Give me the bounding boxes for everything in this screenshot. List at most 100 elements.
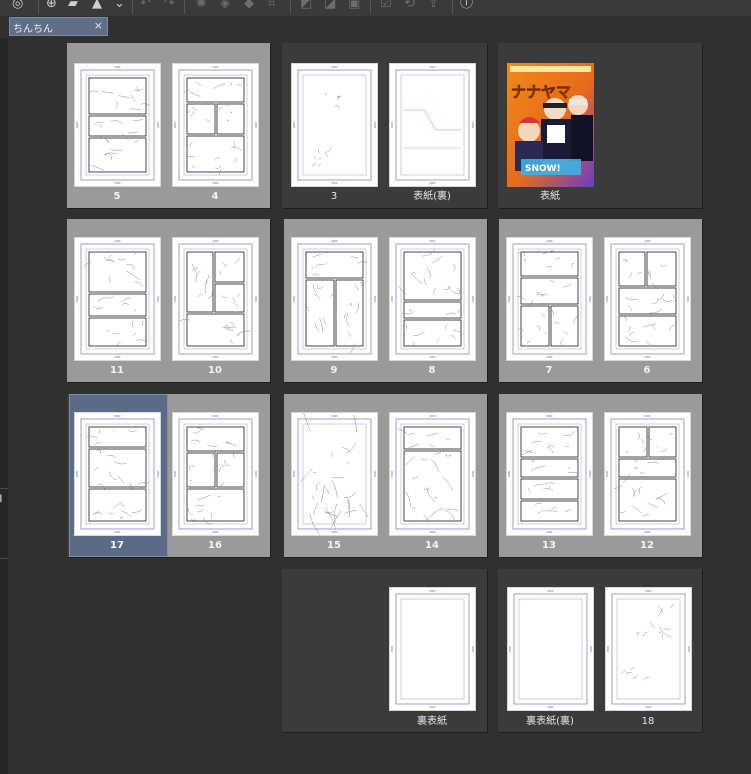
page-thumbnail[interactable] bbox=[604, 237, 691, 361]
spread[interactable]: 11 10 bbox=[67, 219, 270, 382]
cover-thumbnail[interactable]: ナナヤマ SNOW! bbox=[507, 63, 594, 187]
new-file-icon[interactable]: ⊕ bbox=[46, 0, 57, 12]
page-slot[interactable]: 4 bbox=[168, 43, 270, 208]
toolbar-separator bbox=[184, 0, 185, 14]
ruler-icon[interactable]: ◆ bbox=[244, 0, 254, 12]
spread[interactable]: 9 8 bbox=[284, 219, 487, 382]
page-slot[interactable]: 12 bbox=[600, 394, 702, 557]
comic-panel bbox=[88, 137, 147, 173]
sketch-stroke bbox=[423, 514, 428, 521]
document-tab[interactable]: ちんちん × bbox=[9, 17, 108, 36]
page-slot[interactable]: 14 bbox=[385, 394, 487, 557]
page-artwork bbox=[293, 240, 376, 358]
spread[interactable]: 裏表紙 bbox=[282, 569, 487, 732]
spread[interactable]: 5 4 bbox=[67, 43, 270, 208]
sketch-stroke bbox=[94, 442, 101, 446]
spread[interactable]: 7 6 bbox=[499, 219, 702, 382]
export-icon[interactable]: ⇪ bbox=[428, 0, 439, 12]
page-slot[interactable]: 9 bbox=[284, 219, 385, 382]
page-thumbnail[interactable] bbox=[389, 412, 476, 536]
spread[interactable]: 15 14 bbox=[284, 394, 487, 557]
crop-icon[interactable]: ⌗ bbox=[268, 0, 275, 12]
sketch-stroke bbox=[324, 510, 334, 513]
sketch-stroke bbox=[409, 309, 412, 312]
page-thumbnail[interactable] bbox=[74, 237, 161, 361]
comic-panel bbox=[186, 313, 245, 347]
page-slot[interactable]: 15 bbox=[284, 394, 385, 557]
page-slot[interactable]: 13 bbox=[499, 394, 600, 557]
redo-icon[interactable]: ↷ bbox=[164, 0, 175, 12]
spread[interactable]: 13 12 bbox=[499, 394, 702, 557]
page-slot[interactable]: 11 bbox=[67, 219, 168, 382]
undo-icon[interactable]: ↶ bbox=[140, 0, 151, 12]
page-slot[interactable]: 6 bbox=[600, 219, 702, 382]
sketch-stroke bbox=[405, 456, 415, 466]
sketch-stroke bbox=[112, 333, 120, 336]
page-thumbnail[interactable] bbox=[604, 412, 691, 536]
sketch-stroke bbox=[346, 462, 349, 465]
sketch-stroke bbox=[412, 506, 416, 510]
comic-panel bbox=[520, 458, 579, 478]
page-thumbnail[interactable] bbox=[172, 63, 259, 187]
page-artwork bbox=[76, 66, 159, 184]
chevron-down-icon[interactable]: ⌄ bbox=[114, 0, 125, 12]
page-thumbnail[interactable] bbox=[291, 412, 378, 536]
page-thumbnail[interactable] bbox=[172, 237, 259, 361]
sketch-stroke bbox=[548, 486, 552, 490]
save-icon[interactable]: ▲ bbox=[92, 0, 102, 12]
page-thumbnail[interactable] bbox=[389, 587, 476, 711]
brush-icon[interactable]: ◪ bbox=[324, 0, 336, 12]
sketch-stroke bbox=[83, 261, 92, 268]
page-slot[interactable]: 7 bbox=[499, 219, 600, 382]
sketch-stroke bbox=[397, 428, 408, 434]
page-artwork bbox=[76, 240, 159, 358]
page-thumbnail[interactable] bbox=[389, 237, 476, 361]
bleed-guide bbox=[80, 243, 155, 355]
lasso-icon[interactable]: ⟲ bbox=[404, 0, 415, 12]
page-thumbnail[interactable] bbox=[506, 412, 593, 536]
page-thumbnail[interactable] bbox=[74, 63, 161, 187]
sketch-stroke bbox=[656, 498, 665, 505]
page-thumbnail[interactable] bbox=[74, 412, 161, 536]
spread[interactable]: 17 16 bbox=[67, 394, 270, 557]
page-slot[interactable]: 8 bbox=[385, 219, 487, 382]
open-folder-icon[interactable]: ▰ bbox=[68, 0, 78, 12]
page-thumbnail[interactable] bbox=[172, 412, 259, 536]
spread[interactable]: 裏表紙(裏) 18 bbox=[498, 569, 702, 732]
page-thumbnail[interactable] bbox=[389, 63, 476, 187]
fill-icon[interactable]: ◈ bbox=[220, 0, 230, 12]
page-slot[interactable]: 16 bbox=[168, 394, 270, 557]
comic-panel bbox=[335, 279, 364, 347]
transform-icon[interactable]: ✺ bbox=[196, 0, 207, 12]
check-icon[interactable]: ☑ bbox=[380, 0, 392, 12]
sketch-stroke bbox=[314, 263, 325, 269]
layer-icon[interactable]: ▣ bbox=[348, 0, 360, 12]
sketch-stroke bbox=[189, 92, 201, 98]
sketch-stroke bbox=[655, 492, 669, 500]
sketch-stroke bbox=[133, 253, 137, 256]
page-thumbnail[interactable] bbox=[291, 237, 378, 361]
spread[interactable]: 3 表紙(裏) bbox=[282, 43, 487, 208]
page-thumbnail[interactable] bbox=[506, 237, 593, 361]
comic-panel bbox=[520, 305, 550, 347]
page-thumbnail[interactable] bbox=[507, 587, 594, 711]
page-thumbnail[interactable] bbox=[291, 63, 378, 187]
grid-icon[interactable]: ◩ bbox=[300, 0, 312, 12]
sketch-stroke bbox=[434, 496, 438, 499]
close-icon[interactable]: × bbox=[94, 19, 103, 32]
page-slot[interactable]: 5 bbox=[67, 43, 168, 208]
sketch-stroke bbox=[187, 508, 193, 516]
sketch-stroke bbox=[108, 512, 114, 514]
trim-guide bbox=[615, 248, 680, 350]
toolbar-separator bbox=[290, 0, 291, 14]
page-thumbnail[interactable] bbox=[605, 587, 692, 711]
spread[interactable]: ナナヤマ SNOW! 表紙 bbox=[498, 43, 702, 208]
app-logo-icon[interactable]: ◎ bbox=[12, 0, 23, 12]
sketch-stroke bbox=[313, 502, 319, 515]
panel-handle-icon[interactable]: ▮ bbox=[0, 493, 3, 504]
page-slot[interactable]: 10 bbox=[168, 219, 270, 382]
page-slot-selected[interactable]: 17 bbox=[69, 394, 168, 557]
sketch-stroke bbox=[411, 274, 424, 284]
help-icon[interactable]: ⓘ bbox=[460, 0, 473, 12]
left-panel-edge[interactable]: ▮ bbox=[0, 38, 8, 774]
